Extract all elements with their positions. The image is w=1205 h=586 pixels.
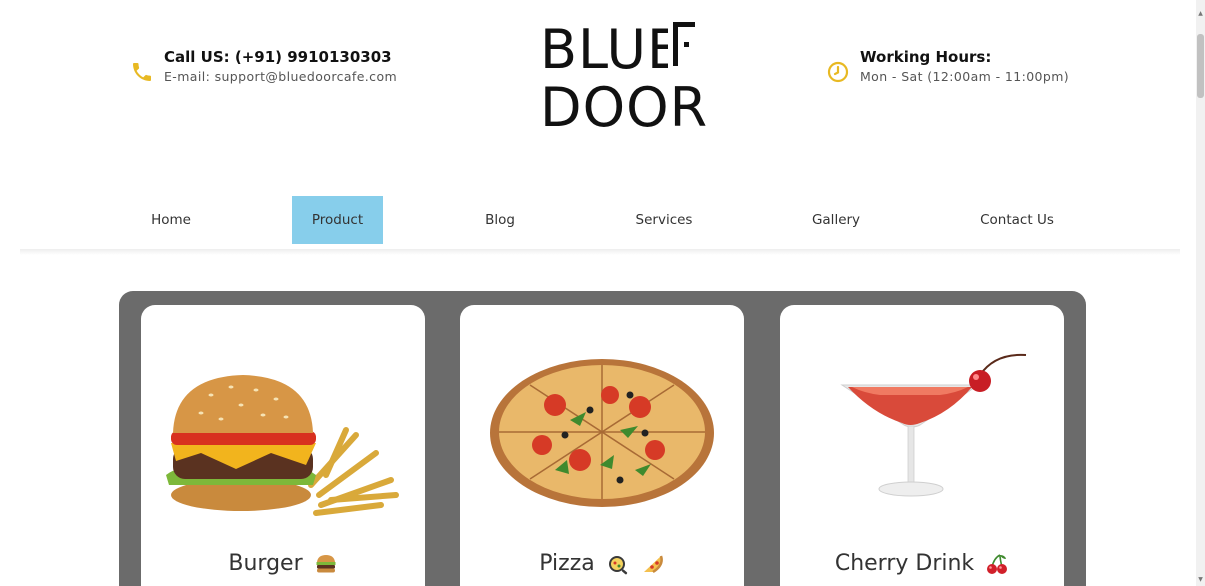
nav-gallery[interactable]: Gallery — [796, 196, 876, 244]
scroll-down-arrow-icon[interactable]: ▼ — [1197, 576, 1204, 584]
product-name-text: Pizza — [539, 551, 595, 576]
pizza-image — [490, 359, 714, 507]
product-card-cherry-drink[interactable]: Cherry Drink — [780, 305, 1064, 586]
vertical-scrollbar[interactable]: ▲ ▼ — [1196, 0, 1205, 586]
nav-blog[interactable]: Blog — [460, 196, 540, 244]
product-card-pizza[interactable]: Pizza — [460, 305, 744, 586]
cherries-emoji-icon — [987, 554, 1008, 574]
nav-contact-us[interactable]: Contact Us — [966, 196, 1068, 244]
burger-image — [166, 375, 399, 516]
pan-emoji-icon — [608, 556, 627, 575]
phone-icon — [133, 63, 151, 81]
nav-product[interactable]: Product — [292, 196, 383, 244]
nav-services[interactable]: Services — [620, 196, 708, 244]
nav-divider — [20, 249, 1180, 255]
logo-line-1: BLUE — [540, 18, 682, 81]
scroll-up-arrow-icon[interactable]: ▲ — [1197, 10, 1204, 18]
burger-emoji-icon — [316, 555, 336, 573]
product-card-burger[interactable]: Burger — [141, 305, 425, 586]
site-logo[interactable]: BLUE DOOR — [538, 18, 708, 139]
bluedoor-logo: BLUE DOOR — [540, 18, 708, 139]
product-name-cherry-drink: Cherry Drink — [780, 551, 1064, 576]
pizza-emoji-icon — [643, 555, 663, 574]
logo-line-2: DOOR — [540, 76, 708, 133]
nav-home[interactable]: Home — [131, 196, 211, 244]
product-name-text: Cherry Drink — [834, 551, 975, 576]
working-hours-info: Working Hours: Mon - Sat (12:00am - 11:0… — [826, 47, 1069, 86]
call-us-title: Call US: (+91) 9910130303 — [164, 48, 392, 66]
cherry-drink-image — [840, 353, 1027, 497]
product-name-pizza: Pizza — [460, 551, 744, 576]
main-navigation: Home Product Blog Services Gallery Conta… — [0, 196, 1196, 246]
site-header: Call US: (+91) 9910130303 E-mail: suppor… — [0, 0, 1196, 180]
email-text[interactable]: E-mail: support@bluedoorcafe.com — [164, 68, 397, 86]
product-name-text: Burger — [228, 551, 303, 576]
scroll-thumb[interactable] — [1197, 34, 1204, 98]
product-name-burger: Burger — [141, 551, 425, 576]
working-hours-title: Working Hours: — [860, 48, 992, 66]
contact-info: Call US: (+91) 9910130303 E-mail: suppor… — [130, 47, 397, 86]
clock-icon — [827, 61, 849, 83]
working-hours-text: Mon - Sat (12:00am - 11:00pm) — [860, 69, 1070, 84]
